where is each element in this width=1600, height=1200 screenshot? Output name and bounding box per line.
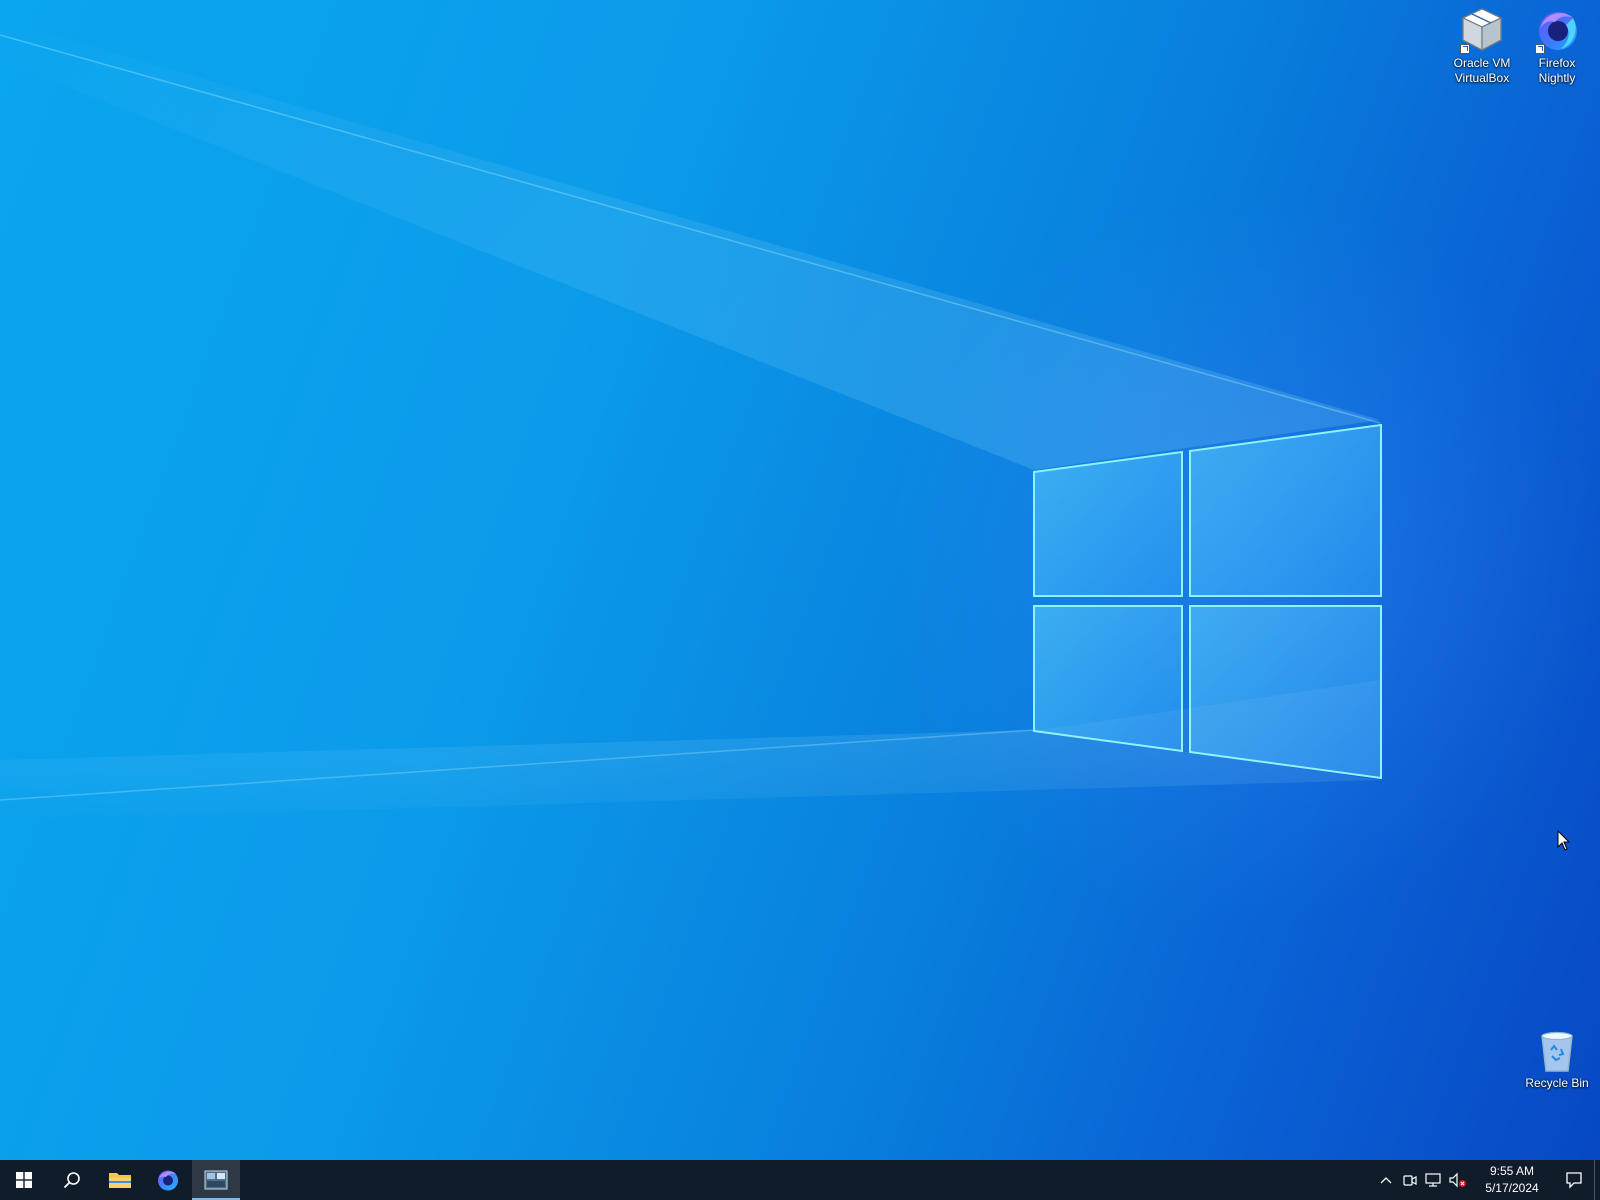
desktop-icon-label: Recycle Bin [1525, 1076, 1589, 1090]
search-icon [63, 1172, 80, 1189]
windows-wallpaper [0, 20, 1382, 820]
start-button[interactable] [0, 1160, 48, 1200]
file-explorer-button[interactable] [96, 1160, 144, 1200]
system-tray: 9:55 AM 5/17/2024 [1374, 1160, 1600, 1200]
desktop[interactable]: Oracle VM VirtualBox Firefox Nightly Rec… [0, 0, 1600, 1160]
show-hidden-icons-button[interactable] [1374, 1160, 1398, 1200]
volume-button[interactable] [1446, 1160, 1470, 1200]
mouse-cursor-icon [1557, 830, 1571, 851]
chevron-up-icon [1380, 1177, 1392, 1184]
action-center-icon [1566, 1172, 1582, 1189]
shortcut-arrow-icon [1460, 44, 1470, 54]
taskbar: 9:55 AM 5/17/2024 [0, 1160, 1600, 1200]
meet-now-icon [1403, 1175, 1417, 1186]
desktop-icon-virtualbox[interactable]: Oracle VM VirtualBox [1444, 6, 1520, 86]
shortcut-arrow-icon [1535, 44, 1545, 54]
show-desktop-button[interactable] [1594, 1160, 1600, 1200]
virtualbox-icon [1458, 6, 1506, 54]
desktop-icon-firefox-nightly[interactable]: Firefox Nightly [1519, 6, 1595, 86]
windows-logo-icon [16, 1172, 32, 1188]
desktop-icon-label: Oracle VM VirtualBox [1453, 56, 1511, 85]
app-window-taskbar-button[interactable] [192, 1160, 240, 1200]
app-thumbnail-icon [204, 1170, 228, 1190]
firefox-nightly-taskbar-button[interactable] [144, 1160, 192, 1200]
action-center-button[interactable] [1554, 1160, 1594, 1200]
folder-icon [109, 1173, 131, 1188]
clock-date: 5/17/2024 [1485, 1181, 1539, 1195]
clock[interactable]: 9:55 AM 5/17/2024 [1470, 1163, 1554, 1197]
network-button[interactable] [1422, 1160, 1446, 1200]
network-icon [1425, 1173, 1441, 1187]
volume-muted-icon [1449, 1172, 1466, 1188]
firefox-nightly-icon [158, 1170, 178, 1191]
windows-logo-graphic [1033, 423, 1382, 780]
desktop-icon-label: Firefox Nightly [1538, 56, 1576, 85]
search-button[interactable] [48, 1160, 96, 1200]
desktop-icon-recycle-bin[interactable]: Recycle Bin [1519, 1026, 1595, 1091]
meet-now-button[interactable] [1398, 1160, 1422, 1200]
clock-time: 9:55 AM [1489, 1164, 1535, 1178]
firefox-nightly-icon [1533, 6, 1581, 54]
recycle-bin-icon [1533, 1026, 1581, 1074]
